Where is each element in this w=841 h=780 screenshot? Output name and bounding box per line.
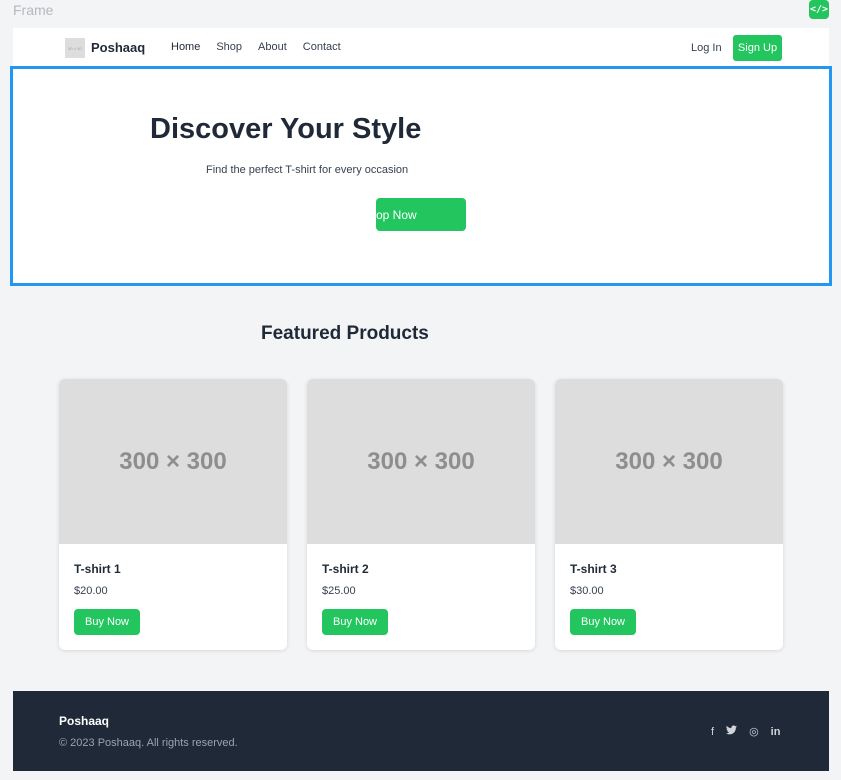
footer-copyright: © 2023 Poshaaq. All rights reserved. <box>59 737 238 749</box>
nav-link-shop[interactable]: Shop <box>216 41 242 53</box>
product-image: 300 × 300 <box>307 379 535 544</box>
nav-links: Home Shop About Contact <box>171 41 341 53</box>
product-price: $25.00 <box>322 585 356 597</box>
code-icon: </> <box>809 4 829 15</box>
shop-now-label: op Now <box>376 207 417 222</box>
product-card: 300 × 300 T-shirt 2 $25.00 Buy Now <box>307 379 535 650</box>
buy-now-button[interactable]: Buy Now <box>570 609 636 635</box>
hero-title: Discover Your Style <box>150 113 422 145</box>
product-card: 300 × 300 T-shirt 3 $30.00 Buy Now <box>555 379 783 650</box>
product-image: 300 × 300 <box>59 379 287 544</box>
logo-placeholder-text: 50 × 50 <box>68 45 82 51</box>
product-image: 300 × 300 <box>555 379 783 544</box>
product-name: T-shirt 3 <box>570 562 617 576</box>
logo-image[interactable]: 50 × 50 <box>65 38 85 58</box>
product-price: $20.00 <box>74 585 108 597</box>
twitter-icon[interactable] <box>726 725 738 738</box>
nav-link-contact[interactable]: Contact <box>303 41 341 53</box>
nav-link-about[interactable]: About <box>258 41 287 53</box>
social-links: f ◎ in <box>711 725 780 738</box>
login-link[interactable]: Log In <box>691 42 722 54</box>
facebook-icon[interactable]: f <box>711 726 714 738</box>
hero-subtitle: Find the perfect T-shirt for every occas… <box>206 164 409 176</box>
instagram-icon[interactable]: ◎ <box>749 725 759 738</box>
buy-now-button[interactable]: Buy Now <box>322 609 388 635</box>
product-price: $30.00 <box>570 585 604 597</box>
navbar: 50 × 50 Poshaaq Home Shop About Contact … <box>13 28 829 66</box>
footer: Poshaaq © 2023 Poshaaq. All rights reser… <box>13 691 829 771</box>
signup-button[interactable]: Sign Up <box>733 35 782 61</box>
footer-brand: Poshaaq <box>59 714 110 728</box>
product-name: T-shirt 1 <box>74 562 121 576</box>
product-card: 300 × 300 T-shirt 1 $20.00 Buy Now <box>59 379 287 650</box>
buy-now-button[interactable]: Buy Now <box>74 609 140 635</box>
brand-name[interactable]: Poshaaq <box>91 40 145 55</box>
nav-link-home[interactable]: Home <box>171 41 200 53</box>
product-name: T-shirt 2 <box>322 562 369 576</box>
frame-label: Frame <box>13 2 54 18</box>
shop-now-button[interactable]: op Now <box>376 198 466 231</box>
featured-title: Featured Products <box>261 323 429 344</box>
code-view-button[interactable]: </> <box>809 0 829 19</box>
hero-section[interactable]: Discover Your Style Find the perfect T-s… <box>10 66 832 286</box>
linkedin-icon[interactable]: in <box>771 726 781 738</box>
